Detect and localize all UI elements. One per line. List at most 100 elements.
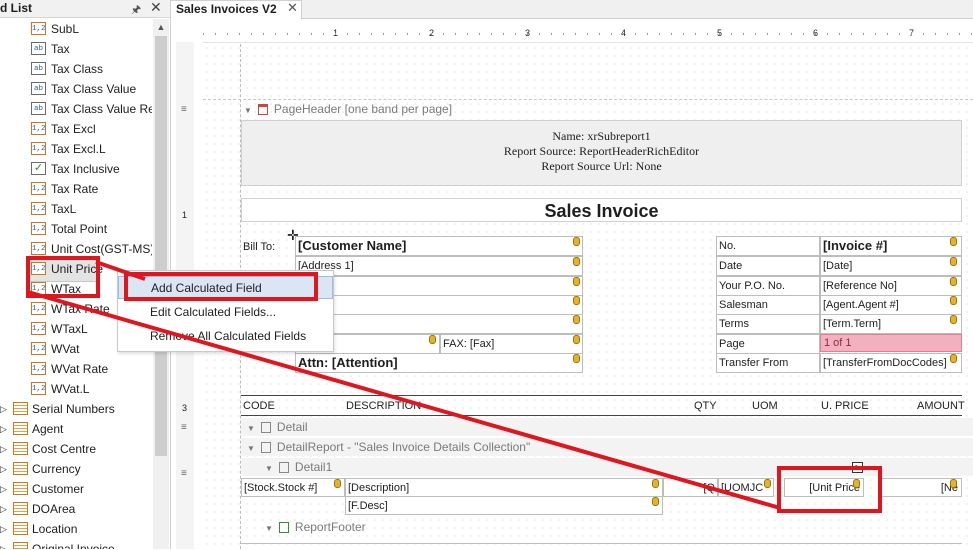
- ruler-tick: [527, 33, 528, 35]
- field-list-item[interactable]: ab Tax Class Value: [0, 79, 152, 99]
- band-report-footer[interactable]: ▼ ReportFooter: [241, 518, 973, 536]
- field-list-item-label: Tax Rate: [51, 182, 99, 196]
- address1-field[interactable]: [Address 1]: [295, 256, 583, 276]
- field-list-item[interactable]: 1,2 Tax Excl.L: [0, 139, 152, 159]
- field-list-item-label: Tax Excl: [51, 122, 96, 136]
- invoice-info-value[interactable]: [Invoice #]: [820, 236, 962, 256]
- field-list-item[interactable]: ab Tax Class Value Ref: [0, 99, 152, 119]
- field-list-group[interactable]: ▷ Original Invoice: [0, 539, 152, 549]
- invoice-info-value[interactable]: [Agent.Agent #]: [820, 295, 962, 315]
- band-page-header[interactable]: ▼ PageHeader [one band per page]: [244, 100, 452, 118]
- expand-icon[interactable]: ▷: [0, 479, 8, 499]
- invoice-info-value[interactable]: [Reference No]: [820, 276, 962, 296]
- invoice-info-label[interactable]: Date: [716, 256, 820, 276]
- stock-field[interactable]: [Stock.Stock #]: [241, 478, 345, 497]
- menu-edit-calculated-fields[interactable]: Edit Calculated Fields...: [118, 301, 333, 324]
- band-grip-icon[interactable]: ≡: [181, 422, 187, 433]
- invoice-info-label[interactable]: Page: [716, 334, 820, 354]
- description-field[interactable]: [Description]: [345, 478, 663, 497]
- field-list-group[interactable]: ▷ Customer: [0, 479, 152, 499]
- ruler-tick: [623, 33, 624, 35]
- field-list-item[interactable]: 1,2 Tax Excl: [0, 119, 152, 139]
- field-list-group[interactable]: ▷ Agent: [0, 419, 152, 439]
- ruler-tick: [215, 33, 216, 35]
- expand-icon[interactable]: ▷: [0, 459, 8, 479]
- field-list-group[interactable]: ▷ Serial Numbers: [0, 399, 152, 419]
- invoice-info-label[interactable]: Your P.O. No.: [716, 276, 820, 296]
- close-tab-icon[interactable]: ✕: [287, 0, 298, 16]
- page-number-field[interactable]: 1 of 1: [820, 334, 962, 352]
- invoice-info-label[interactable]: Transfer From: [716, 353, 820, 373]
- col-uprice[interactable]: U. PRICE: [821, 397, 869, 415]
- subreport-source: Report Source: ReportHeaderRichEditor: [503, 144, 700, 158]
- ruler-tick: [659, 33, 660, 35]
- field-list-group[interactable]: ▷ Cost Centre: [0, 439, 152, 459]
- pin-icon[interactable]: 🖈: [131, 1, 141, 20]
- expand-icon[interactable]: ▷: [0, 419, 8, 439]
- bill-to-label[interactable]: Bill To:: [243, 238, 275, 256]
- scroll-thumb[interactable]: [155, 36, 167, 456]
- field-list-item[interactable]: 1,2 SubL: [0, 19, 152, 39]
- address3-field[interactable]: ss 3]: [295, 295, 583, 315]
- collapse-icon[interactable]: ▼: [265, 464, 273, 473]
- scroll-up-icon[interactable]: ▲: [153, 19, 169, 35]
- field-list-item[interactable]: 1,2 WVat Rate: [0, 359, 152, 379]
- invoice-info-value[interactable]: [Date]: [820, 256, 962, 276]
- col-code[interactable]: CODE: [243, 397, 275, 415]
- collapse-icon[interactable]: ▼: [247, 424, 255, 433]
- field-list-group-label: Original Invoice: [32, 542, 115, 549]
- expand-icon[interactable]: ▷: [0, 539, 8, 549]
- field-list-item[interactable]: 1,2 TaxL: [0, 199, 152, 219]
- field-list-item[interactable]: ab Tax: [0, 39, 152, 59]
- subreport-control[interactable]: Name: xrSubreport1 Report Source: Report…: [241, 120, 962, 186]
- field-list-item[interactable]: ✓ Tax Inclusive: [0, 159, 152, 179]
- field-list-item[interactable]: 1,2 Total Point: [0, 219, 152, 239]
- field-list-item[interactable]: ab Tax Class: [0, 59, 152, 79]
- field-list-group[interactable]: ▷ DOArea: [0, 499, 152, 519]
- band-detail[interactable]: ▼ Detail: [241, 418, 973, 436]
- text-field-icon: ab: [31, 62, 46, 75]
- expand-icon[interactable]: ▷: [0, 399, 8, 419]
- address2-field[interactable]: ss 2]: [295, 276, 583, 296]
- invoice-info-label[interactable]: No.: [716, 236, 820, 256]
- customer-name-field[interactable]: [Customer Name]: [295, 236, 583, 256]
- field-list-item[interactable]: 1,2 WVat.L: [0, 379, 152, 399]
- invoice-info-value[interactable]: [TransferFromDocCodes]: [820, 353, 962, 373]
- fdesc-field[interactable]: [F.Desc]: [345, 496, 663, 515]
- ruler-tick: [563, 33, 564, 35]
- collapse-icon[interactable]: ▼: [247, 444, 255, 453]
- database-icon: [573, 237, 580, 246]
- qty-field[interactable]: [Q: [663, 478, 718, 497]
- col-qty[interactable]: QTY: [694, 397, 717, 415]
- attention-field[interactable]: Attn: [Attention]: [295, 353, 583, 373]
- band-label: Detail1: [294, 460, 333, 474]
- field-list-group[interactable]: ▷ Location: [0, 519, 152, 539]
- expand-icon[interactable]: ▷: [0, 499, 8, 519]
- band-grip-icon[interactable]: ≡: [181, 104, 187, 115]
- menu-remove-calculated-fields[interactable]: Remove All Calculated Fields: [118, 325, 333, 348]
- band-detail-report[interactable]: ▼ DetailReport - "Sales Invoice Details C…: [241, 438, 973, 456]
- close-icon[interactable]: ✕: [150, 0, 162, 16]
- col-description[interactable]: DESCRIPTION: [346, 397, 421, 415]
- col-uom[interactable]: UOM: [752, 397, 778, 415]
- collapse-icon[interactable]: ▼: [265, 524, 273, 533]
- invoice-info-label[interactable]: Terms: [716, 314, 820, 334]
- field-list-group[interactable]: ▷ Currency: [0, 459, 152, 479]
- checkbox-field-icon: ✓: [31, 162, 46, 175]
- invoice-info-label[interactable]: Salesman: [716, 295, 820, 315]
- tab-sales-invoices[interactable]: Sales Invoices V2 ✕: [170, 0, 302, 19]
- fax-field[interactable]: FAX: [Fax]: [440, 334, 583, 354]
- ruler-tick: [875, 33, 876, 35]
- collapse-icon[interactable]: ▼: [244, 106, 252, 115]
- address4-field[interactable]: ss 4]: [295, 314, 583, 334]
- band-label: DetailReport - "Sales Invoice Details Co…: [276, 440, 531, 454]
- expand-icon[interactable]: ▷: [0, 519, 8, 539]
- field-list-item[interactable]: 1,2 Tax Rate: [0, 179, 152, 199]
- report-title[interactable]: Sales Invoice: [241, 198, 962, 222]
- invoice-info-value[interactable]: [Term.Term]: [820, 314, 962, 334]
- expand-icon[interactable]: ▷: [0, 439, 8, 459]
- col-amount[interactable]: AMOUNT: [917, 397, 965, 415]
- band-grip-icon[interactable]: ≡: [181, 468, 187, 479]
- database-icon: [652, 497, 659, 506]
- ruler-tick: [587, 33, 588, 35]
